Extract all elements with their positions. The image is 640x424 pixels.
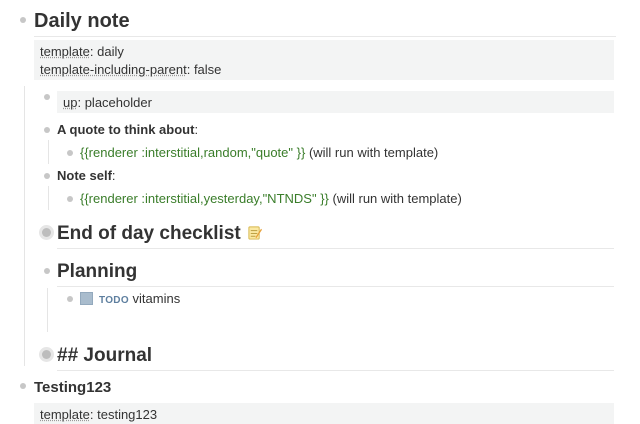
heading-divider (57, 248, 614, 249)
block-title-daily-note[interactable]: Daily note (34, 10, 130, 33)
property-value[interactable]: daily (97, 44, 124, 59)
property-value[interactable]: testing123 (97, 407, 157, 422)
memo-icon (248, 226, 262, 240)
block-note-self-label[interactable]: Note self: (57, 168, 116, 183)
property-value[interactable]: placeholder (85, 95, 152, 110)
todo-marker[interactable]: TODO (99, 295, 129, 306)
page-properties[interactable]: template: daily template-including-paren… (34, 40, 614, 80)
renderer-note: (will run with template) (308, 145, 439, 160)
children-guide-line (48, 140, 49, 164)
property-up: up: placeholder (63, 95, 152, 110)
children-guide-line (48, 186, 49, 210)
block-bullet[interactable] (44, 127, 50, 133)
property-key[interactable]: template (40, 407, 90, 422)
block-bullet[interactable] (20, 383, 26, 389)
collapsed-block-bullet[interactable] (42, 228, 51, 237)
page-properties[interactable]: template: testing123 (34, 403, 614, 424)
property-template: template: testing123 (40, 407, 158, 422)
block-todo[interactable]: TODO vitamins (99, 291, 180, 306)
property-key[interactable]: up (63, 95, 77, 110)
renderer-macro: {{renderer :interstitial,yesterday,"NTND… (80, 191, 329, 206)
property-template: template: daily (40, 44, 124, 59)
children-guide-line (24, 86, 25, 366)
block-properties[interactable]: up: placeholder (57, 91, 614, 113)
property-key[interactable]: template-including-parent (40, 62, 187, 77)
block-bullet[interactable] (67, 196, 73, 202)
checklist-heading-text: End of day checklist (57, 223, 241, 244)
property-key[interactable]: template (40, 44, 90, 59)
block-heading-planning[interactable]: Planning (57, 261, 137, 283)
heading-divider (34, 36, 616, 37)
block-heading-journal[interactable]: ## Journal (57, 345, 152, 367)
renderer-note: (will run with template) (332, 191, 462, 206)
quote-label-text: A quote to think about (57, 122, 195, 137)
heading-divider (57, 370, 614, 371)
block-bullet[interactable] (44, 94, 50, 100)
todo-text: vitamins (132, 291, 181, 306)
block-heading-checklist[interactable]: End of day checklist (57, 223, 262, 245)
property-value[interactable]: false (194, 62, 221, 77)
property-template-including-parent: template-including-parent: false (40, 62, 222, 77)
renderer-macro: {{renderer :interstitial,random,"quote" … (80, 145, 306, 160)
block-quote-renderer[interactable]: {{renderer :interstitial,random,"quote" … (80, 145, 438, 160)
block-title-testing123[interactable]: Testing123 (34, 379, 111, 396)
collapsed-block-bullet[interactable] (42, 350, 51, 359)
heading-divider (57, 286, 614, 287)
note-self-label-text: Note self (57, 168, 112, 183)
children-guide-line (47, 288, 48, 332)
todo-checkbox[interactable] (80, 292, 93, 305)
block-bullet[interactable] (44, 173, 50, 179)
block-quote-label[interactable]: A quote to think about: (57, 122, 198, 137)
block-bullet[interactable] (67, 296, 73, 302)
block-bullet[interactable] (44, 268, 50, 274)
block-bullet[interactable] (20, 17, 26, 23)
block-note-self-renderer[interactable]: {{renderer :interstitial,yesterday,"NTND… (80, 191, 462, 206)
block-bullet[interactable] (67, 150, 73, 156)
